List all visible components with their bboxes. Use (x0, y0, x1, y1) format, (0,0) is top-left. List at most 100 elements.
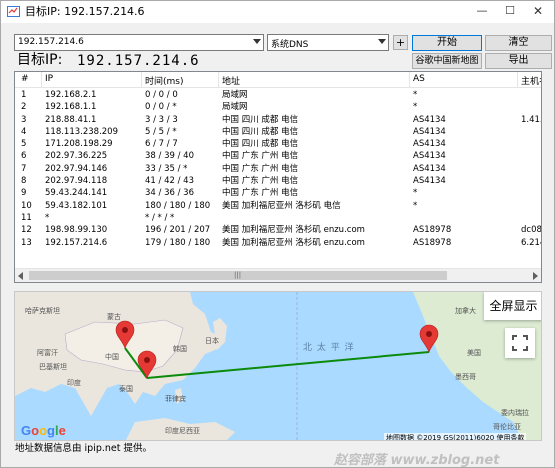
table-row[interactable]: 13 192.157.214.6 179 / 180 / 180 美国 加利福尼亚州 … (15, 237, 541, 249)
export-button[interactable]: 导出 (485, 53, 552, 69)
row-time: 34 / 36 / 36 (145, 188, 194, 199)
row-hostname: dc08.en (521, 225, 542, 236)
row-ip: 192.168.2.1 (45, 90, 97, 100)
row-address: 中国 广东 广州 电信 (222, 176, 299, 187)
row-number: 1 (21, 90, 27, 100)
row-as: AS18978 (413, 225, 452, 236)
ip-input-value[interactable]: 192.157.214.6 (18, 37, 84, 47)
table-row[interactable]: 6 202.97.36.225 38 / 39 / 40 中国 广东 广州 电信 AS4… (15, 150, 541, 162)
column-header-hostname[interactable]: 主机名 (521, 74, 541, 87)
minimize-button[interactable]: — (468, 1, 496, 21)
row-ip: 171.208.198.29 (45, 139, 113, 150)
map-label-mexico: 墨西哥 (455, 373, 476, 381)
ip-input-combo[interactable]: 192.157.214.6 (14, 34, 264, 51)
table-row[interactable]: 8 202.97.94.118 41 / 42 / 43 中国 广东 广州 电信 AS4… (15, 175, 541, 187)
row-as: AS4134 (413, 139, 446, 150)
table-row[interactable]: 2 192.168.1.1 0 / 0 / * 局域网 * (15, 101, 541, 113)
column-header-time[interactable]: 时间(ms) (145, 74, 183, 87)
add-button[interactable]: + (393, 35, 408, 50)
toolbar: 192.157.214.6 系统DNS + 开始 清空 谷歌中国新地图 导出 目… (1, 31, 554, 71)
chevron-down-icon[interactable] (253, 39, 261, 44)
row-as: AS4134 (413, 151, 446, 162)
column-divider[interactable] (41, 72, 42, 87)
fullscreen-button[interactable]: 全屏显示 (484, 292, 541, 320)
row-ip: 218.88.41.1 (45, 114, 97, 125)
window-title: 目标IP: 192.157.214.6 (25, 5, 145, 18)
maximize-button[interactable]: ☐ (496, 1, 524, 21)
table-row[interactable]: 7 202.97.94.146 33 / 35 / * 中国 广东 广州 电信 AS41… (15, 163, 541, 175)
map-label-india: 印度 (67, 379, 81, 387)
table-header: # IP 时间(ms) 地址 AS 主机名 (15, 72, 541, 88)
app-window: 目标IP: 192.157.214.6 — ☐ ✕ 192.157.214.6 … (0, 0, 555, 468)
chevron-down-icon[interactable] (378, 39, 386, 44)
table-row[interactable]: 10 59.43.182.101 180 / 180 / 180 美国 加利福尼亚州 … (15, 200, 541, 212)
table-row[interactable]: 1 192.168.2.1 0 / 0 / 0 局域网 * (15, 89, 541, 101)
column-divider[interactable] (409, 72, 410, 87)
row-address: 美国 加利福尼亚州 洛杉矶 enzu.com (222, 225, 365, 236)
row-as: AS4134 (413, 114, 446, 125)
table-row[interactable]: 3 218.88.41.1 3 / 3 / 3 中国 四川 成都 电信 AS4134 1.… (15, 114, 542, 126)
row-time: * / * / * (145, 212, 175, 223)
table-row[interactable]: 4 118.113.238.209 5 / 5 / * 中国 四川 成都 电信 AS41… (15, 126, 541, 138)
row-number: 11 (21, 212, 32, 223)
column-divider[interactable] (218, 72, 219, 87)
row-address: 局域网 (222, 102, 248, 113)
row-time: 0 / 0 / 0 (145, 90, 178, 100)
expand-button[interactable] (505, 328, 535, 358)
row-as: * (413, 188, 418, 199)
title-bar[interactable]: 目标IP: 192.157.214.6 — ☐ ✕ (1, 1, 554, 23)
clear-button[interactable]: 清空 (485, 35, 552, 51)
close-button[interactable]: ✕ (524, 1, 552, 21)
row-as: * (413, 90, 418, 100)
table-row[interactable]: 11 * * / * / * (15, 212, 541, 224)
row-time: 180 / 180 / 180 (145, 200, 211, 211)
route-map[interactable]: 哈萨克斯坦 蒙古 中国 韩国 日本 阿富汗 巴基斯坦 印度 泰国 菲律宾 印度尼… (14, 291, 542, 441)
map-label-mongolia: 蒙古 (107, 313, 121, 321)
row-ip: 202.97.36.225 (45, 151, 108, 162)
map-label-canada: 加拿大 (455, 307, 476, 315)
google-china-map-button[interactable]: 谷歌中国新地图 (412, 53, 482, 69)
row-number: 5 (21, 139, 27, 150)
column-divider[interactable] (141, 72, 142, 87)
row-address: 局域网 (222, 90, 248, 100)
column-header-address[interactable]: 地址 (222, 74, 240, 87)
globe-app-icon (7, 6, 20, 17)
grip-icon: ||| (234, 271, 242, 279)
watermark: 赵容部落 www.zblog.net (334, 453, 500, 468)
scroll-left-icon[interactable] (18, 272, 23, 280)
row-time: 179 / 180 / 180 (145, 237, 211, 248)
row-as: AS18978 (413, 237, 452, 248)
row-hostname: 1.41.88 (521, 114, 542, 125)
column-divider[interactable] (517, 72, 518, 87)
row-ip: 192.168.1.1 (45, 102, 97, 113)
scrollbar-thumb[interactable]: ||| (29, 271, 447, 280)
map-label-north-pacific: 北 太 平 洋 (303, 343, 355, 353)
column-header-as[interactable]: AS (413, 74, 425, 84)
row-time: 33 / 35 / * (145, 163, 188, 174)
row-ip: 192.157.214.6 (45, 237, 108, 248)
row-ip: * (45, 212, 50, 223)
start-button[interactable]: 开始 (412, 35, 482, 51)
table-row[interactable]: 9 59.43.244.141 34 / 36 / 36 中国 广东 广州 电信 * (15, 187, 541, 199)
row-as: AS4134 (413, 163, 446, 174)
row-as: * (413, 102, 418, 113)
table-row[interactable]: 5 171.208.198.29 6 / 7 / 7 中国 四川 成都 电信 AS413… (15, 138, 541, 150)
row-ip: 202.97.94.146 (45, 163, 108, 174)
row-time: 5 / 5 / * (145, 126, 177, 137)
row-number: 13 (21, 237, 32, 248)
row-number: 12 (21, 225, 32, 236)
map-attribution[interactable]: 地图数据 ©2019 GS(2011)6020 使用条款 (384, 433, 527, 440)
table-row[interactable]: 12 198.98.99.130 196 / 201 / 207 美国 加利福尼亚州 … (15, 224, 542, 236)
column-header-no[interactable]: # (21, 74, 29, 84)
map-label-pakistan: 巴基斯坦 (39, 363, 67, 371)
row-number: 10 (21, 200, 32, 211)
scroll-right-icon[interactable] (533, 272, 538, 280)
status-text: 地址数据信息由 ipip.net 提供。 (15, 443, 152, 454)
map-marker-icon[interactable] (419, 324, 439, 353)
column-header-ip[interactable]: IP (45, 74, 53, 84)
map-label-usa: 美国 (467, 349, 481, 357)
dns-select[interactable]: 系统DNS (267, 34, 389, 51)
horizontal-scrollbar[interactable]: ||| (15, 268, 541, 282)
trace-table[interactable]: # IP 时间(ms) 地址 AS 主机名 1 192.168.2.1 0 / 0 … (14, 71, 542, 283)
map-label-korea: 韩国 (173, 345, 187, 353)
